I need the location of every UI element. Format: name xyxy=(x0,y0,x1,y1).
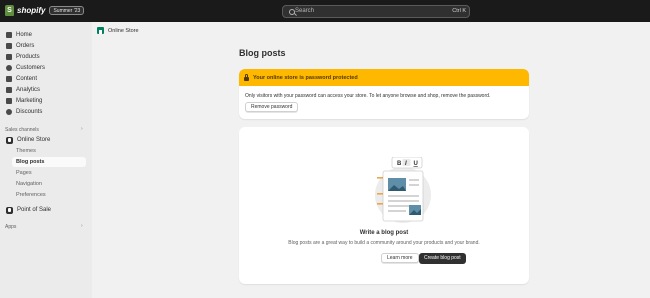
point-of-sale-icon xyxy=(6,206,13,214)
sidebar-item-label: Orders xyxy=(16,43,35,49)
home-icon xyxy=(6,32,12,38)
marketing-icon xyxy=(6,98,12,104)
sidebar-item-label: Home xyxy=(16,32,33,38)
sidebar-item-label: Analytics xyxy=(16,87,41,93)
sidebar-item-label: Customers xyxy=(16,65,46,71)
edition-badge[interactable]: Summer '23 xyxy=(49,6,85,15)
sidebar-item-point-of-sale[interactable]: Point of Sale xyxy=(4,205,88,215)
sidebar-item-customers[interactable]: Customers xyxy=(4,63,88,73)
apps-heading: Apps xyxy=(5,224,17,230)
sidebar-subitem-themes[interactable]: Themes xyxy=(16,146,36,156)
password-banner: Your online store is password protected … xyxy=(239,69,529,119)
blog-post-illustration: B I U xyxy=(375,157,431,223)
shopify-bag-icon: S xyxy=(5,5,14,16)
banner-header: Your online store is password protected xyxy=(239,69,529,86)
sidebar-item-online-store[interactable]: Online Store xyxy=(4,135,88,145)
discounts-icon xyxy=(6,109,12,115)
sidebar-item-discounts[interactable]: Discounts xyxy=(4,107,88,117)
sales-channels-heading: Sales channels xyxy=(5,127,39,133)
learn-more-button[interactable]: Learn more xyxy=(381,253,419,263)
sidebar: Home Orders Products Customers Content A… xyxy=(0,22,92,298)
remove-password-button[interactable]: Remove password xyxy=(245,102,299,112)
empty-state-title: Write a blog post xyxy=(359,230,409,236)
sidebar-item-label: Point of Sale xyxy=(17,207,52,213)
chevron-right-icon[interactable]: › xyxy=(81,126,83,132)
search-shortcut: Ctrl K xyxy=(452,8,466,14)
breadcrumb[interactable]: Online Store xyxy=(97,27,139,34)
search-placeholder: Search xyxy=(295,8,315,14)
sidebar-item-marketing[interactable]: Marketing xyxy=(4,96,88,106)
store-icon xyxy=(97,27,104,34)
sidebar-item-content[interactable]: Content xyxy=(4,74,88,84)
sidebar-item-label: Discounts xyxy=(16,109,43,115)
sidebar-item-label: Products xyxy=(16,54,40,60)
products-icon xyxy=(6,54,12,60)
brand-name: shopify xyxy=(17,6,46,15)
sidebar-item-products[interactable]: Products xyxy=(4,52,88,62)
page-title: Blog posts xyxy=(239,48,286,58)
sidebar-subitem-blog-posts[interactable]: Blog posts xyxy=(12,157,86,167)
empty-state-card: B I U Write a blog post Blog posts are a… xyxy=(239,127,529,284)
underline-icon: U xyxy=(414,161,418,167)
sidebar-subitem-navigation[interactable]: Navigation xyxy=(16,179,42,189)
sidebar-item-label: Marketing xyxy=(16,98,43,104)
sidebar-item-label: Content xyxy=(16,76,38,82)
accent-dash xyxy=(377,177,383,179)
online-store-icon xyxy=(6,136,13,144)
analytics-icon xyxy=(6,87,12,93)
banner-body: Only visitors with your password can acc… xyxy=(245,93,491,99)
sidebar-item-analytics[interactable]: Analytics xyxy=(4,85,88,95)
orders-icon xyxy=(6,43,12,49)
bold-icon: B xyxy=(397,161,402,167)
sidebar-subitem-pages[interactable]: Pages xyxy=(16,168,32,178)
sidebar-subitem-preferences[interactable]: Preferences xyxy=(16,190,46,200)
shopify-logo[interactable]: S shopify Summer '23 xyxy=(5,5,85,16)
content-icon xyxy=(6,76,12,82)
top-bar: S shopify Summer '23 Search Ctrl K xyxy=(0,0,650,22)
sidebar-item-orders[interactable]: Orders xyxy=(4,41,88,51)
chevron-right-icon[interactable]: › xyxy=(81,223,83,229)
accent-dash xyxy=(377,203,383,205)
sidebar-item-label: Online Store xyxy=(17,137,51,143)
search-input[interactable]: Search Ctrl K xyxy=(282,5,470,18)
breadcrumb-label: Online Store xyxy=(108,27,139,34)
banner-title: Your online store is password protected xyxy=(253,74,358,81)
lock-icon xyxy=(244,73,249,81)
customers-icon xyxy=(6,65,12,71)
accent-dash xyxy=(377,193,383,195)
empty-state-description: Blog posts are a great way to build a co… xyxy=(288,240,480,246)
sidebar-item-home[interactable]: Home xyxy=(4,30,88,40)
create-blog-post-button[interactable]: Create blog post xyxy=(419,253,466,264)
